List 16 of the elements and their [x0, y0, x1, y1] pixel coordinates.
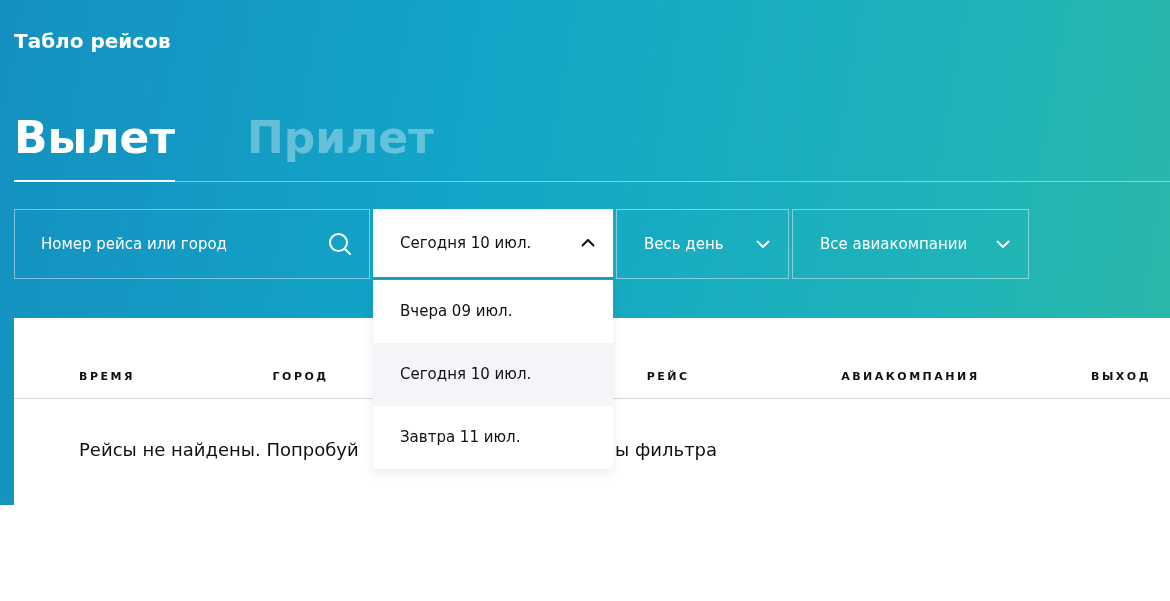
chevron-up-icon	[581, 239, 595, 247]
search-icon	[328, 232, 352, 256]
filter-dropdown[interactable]: Сегодня 10 июл.	[373, 209, 613, 279]
column-header: АВИАКОМПАНИЯ	[841, 370, 980, 383]
menu-option[interactable]: Завтра 11 июл.	[373, 406, 613, 469]
empty-message: Рейсы не найдены. Попробуй	[79, 439, 360, 460]
empty-message: ы фильтра	[615, 439, 719, 460]
column-header: ГОРОД	[272, 370, 329, 383]
menu-option[interactable]: Вчера 09 июл.	[373, 280, 613, 343]
column-header: РЕЙС	[646, 370, 690, 383]
page-title: Табло рейсов	[13, 28, 172, 55]
menu-option[interactable]: Сегодня 10 июл.	[373, 343, 613, 406]
column-header: ВРЕМЯ	[79, 370, 135, 383]
chevron-down-icon	[996, 240, 1010, 248]
column-header: ВЫХОД	[1091, 370, 1151, 383]
chevron-down-icon	[756, 240, 770, 248]
